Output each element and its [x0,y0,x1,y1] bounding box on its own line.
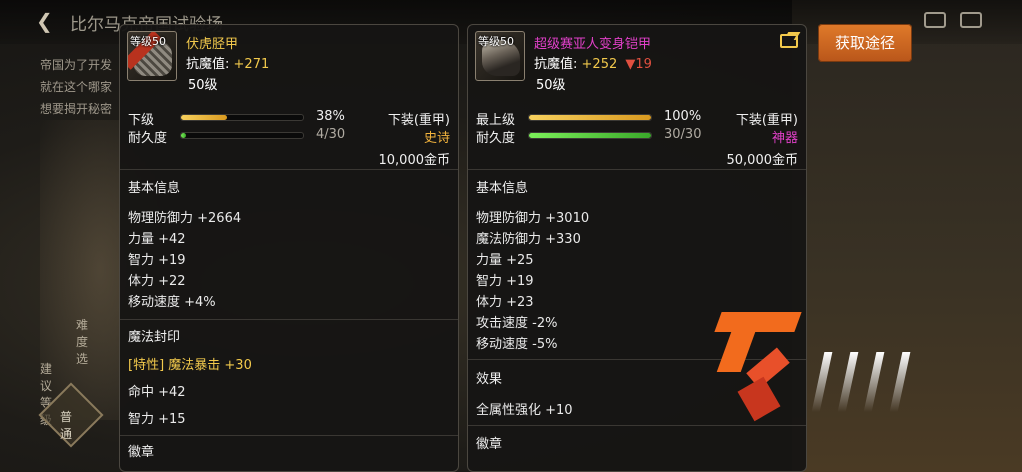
grade-bar-fill [181,115,228,120]
watermark-bar [863,352,885,412]
durability-bar [528,132,652,139]
grade-bar-fill [529,115,651,120]
grade-percent: 100% [664,109,702,124]
magic-seal-title: 魔法封印 [128,330,181,345]
seal-trait-line: [特性] 魔法暴击 +30 [128,358,252,373]
top-icons [924,12,982,28]
resist-line: 抗魔值: +252 ▼19 [534,53,652,72]
difficulty-button-label: 普通 [60,410,73,441]
mail-icon[interactable] [924,12,946,28]
watermark-logo [714,312,808,422]
stat-line: 移动速度 +4% [128,295,216,310]
emblem-title: 徽章 [476,437,503,452]
grade-label: 最上级 [476,113,516,128]
stat-line: 物理防御力 +2664 [128,211,242,226]
watermark-bars [811,352,911,412]
price-row: 10,000金币 [128,149,451,168]
slot-type: 下装(重甲) [735,113,798,128]
background-text-line: 想要揭开秘密 [40,102,113,116]
chat-icon[interactable] [960,12,982,28]
seal-stat-line: 智力 +15 [128,412,186,427]
seal-stat-line: 命中 +42 [128,385,186,400]
stat-line: 智力 +19 [128,253,186,268]
grade-percent: 38% [316,109,345,124]
stat-line: 力量 +42 [128,232,186,247]
divider [120,169,458,170]
durability-label: 耐久度 [476,131,516,146]
resist-line: 抗魔值: +271 [186,53,269,72]
price: 10,000金币 [378,153,451,168]
durability-bar-fill [181,133,186,138]
resist-value: +271 [233,57,270,72]
stat-line: 体力 +23 [476,295,534,310]
difficulty-tag-label: 难度选 [76,318,89,366]
grade-bar [528,114,652,121]
durability-value: 4/30 [316,127,346,142]
item-level: 50级 [536,78,566,93]
durability-value: 30/30 [664,127,702,142]
durability-row: 耐久度 30/30 神器 [476,127,798,146]
stat-line: 移动速度 -5% [476,337,558,352]
basic-info-title: 基本信息 [128,181,181,196]
stat-line: 物理防御力 +3010 [476,211,590,226]
stat-line: 攻击速度 -2% [476,316,558,331]
durability-row: 耐久度 4/30 史诗 [128,127,450,146]
stat-line: 智力 +19 [476,274,534,289]
durability-bar-fill [529,133,651,138]
divider [468,169,806,170]
item-name: 超级赛亚人变身铠甲 [534,37,652,52]
effect-line: 全属性强化 +10 [476,403,573,418]
compare-icon[interactable] [780,34,798,48]
price: 50,000金币 [726,153,799,168]
back-arrow-icon[interactable]: ❮ [36,10,58,32]
basic-info-title: 基本信息 [476,181,529,196]
item-level-tag: 等级50 [130,35,166,48]
rarity-label: 神器 [771,131,798,146]
item-thumbnail: 等级50 [475,31,525,81]
durability-bar [180,132,304,139]
divider [468,425,806,426]
divider [120,319,458,320]
item-level-tag: 等级50 [478,35,514,48]
stat-line: 魔法防御力 +330 [476,232,581,247]
watermark-bar [837,352,859,412]
effect-title: 效果 [476,372,503,387]
grade-row: 最上级 100% 下装(重甲) [476,109,798,128]
resist-value: +252 [581,57,618,72]
item-name: 伏虎胫甲 [186,37,239,52]
resist-delta: ▼19 [625,57,652,72]
background-text-line: 就在这个哪家 [40,80,113,94]
grade-label: 下级 [128,113,155,128]
grade-row: 下级 38% 下装(重甲) [128,109,450,128]
equipped-item-tooltip: 等级50 伏虎胫甲 抗魔值: +271 50级 下级 38% 下装(重甲) 耐久… [119,24,459,472]
divider [120,435,458,436]
durability-label: 耐久度 [128,131,168,146]
item-thumbnail: 等级50 [127,31,177,81]
slot-type: 下装(重甲) [387,113,450,128]
resist-label: 抗魔值: [534,57,578,72]
stat-line: 力量 +25 [476,253,534,268]
emblem-title: 徽章 [128,445,155,460]
grade-bar [180,114,304,121]
price-row: 50,000金币 [476,149,799,168]
get-source-button[interactable]: 获取途径 [818,24,912,62]
watermark-shape [714,312,802,332]
resist-label: 抗魔值: [186,57,230,72]
background-text-line: 帝国为了开发 [40,58,113,72]
background-description: 帝国为了开发 就在这个哪家 想要揭开秘密 [40,54,120,120]
watermark-shape [737,376,781,422]
stat-line: 体力 +22 [128,274,186,289]
watermark-shape [716,332,756,372]
rarity-label: 史诗 [423,131,450,146]
item-level: 50级 [188,78,218,93]
